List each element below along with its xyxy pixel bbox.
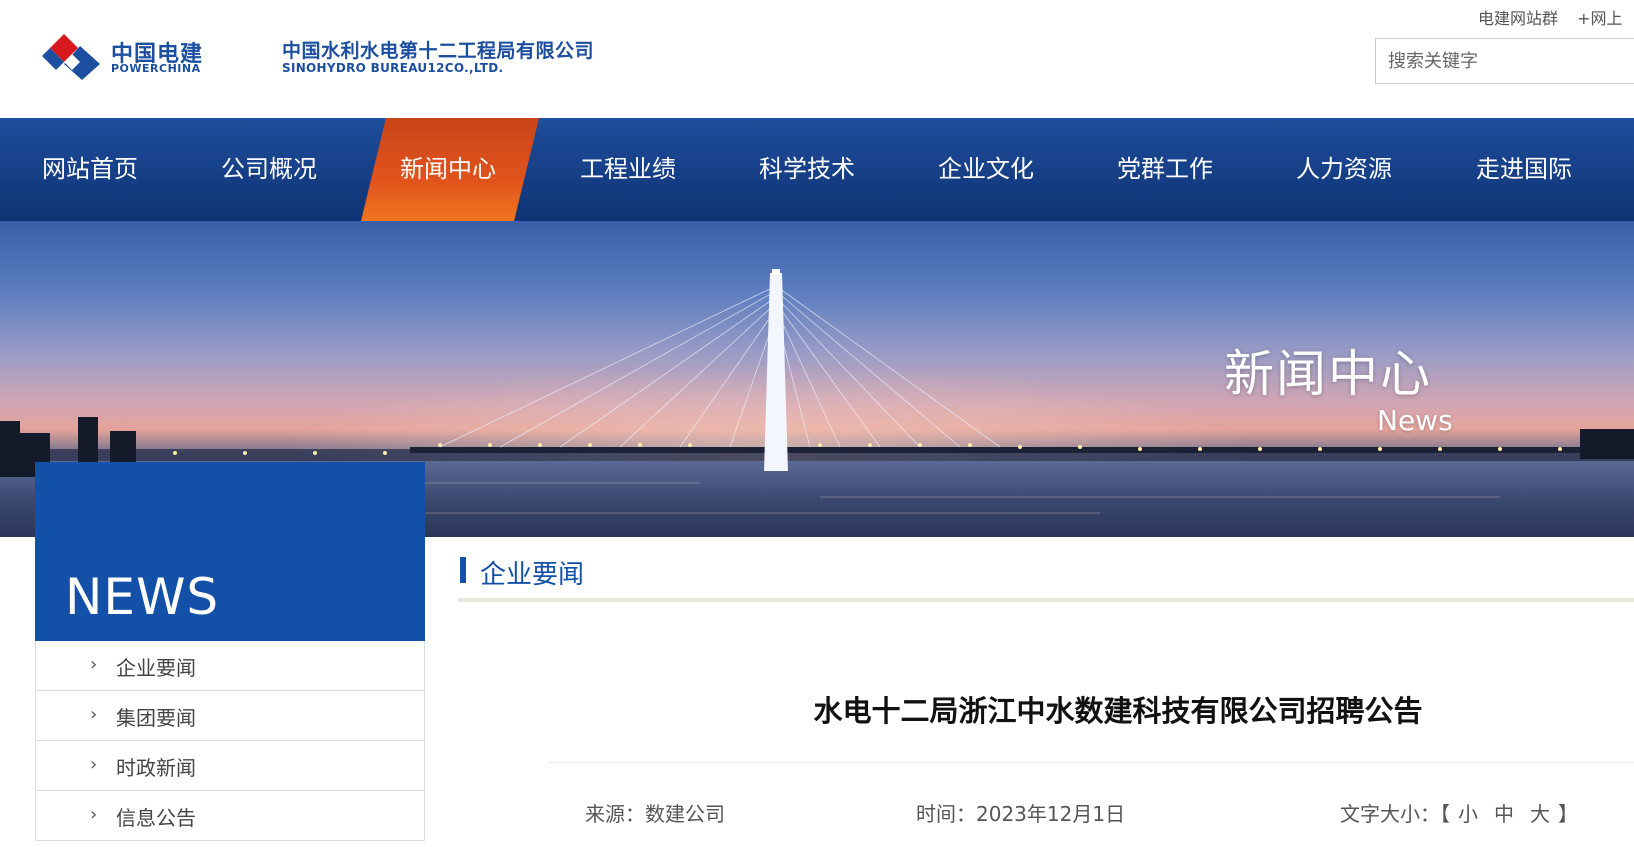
site-header: 中国电建 POWERCHINA 中国水利水电第十二工程局有限公司 SINOHYD… xyxy=(0,0,1634,118)
section-divider xyxy=(458,598,1634,602)
company-english-name: SINOHYDRO BUREAU12CO.,LTD. xyxy=(282,61,504,75)
sidebar-item-policy-news[interactable]: › 时政新闻 xyxy=(36,741,424,791)
font-size-small-button[interactable]: 小 xyxy=(1458,802,1478,826)
top-link-site-group[interactable]: 电建网站群 xyxy=(1478,9,1558,28)
sidebar-menu: › 企业要闻 › 集团要闻 › 时政新闻 › 信息公告 xyxy=(35,641,425,841)
chevron-right-icon: › xyxy=(90,804,98,825)
company-chinese-name: 中国水利水电第十二工程局有限公司 xyxy=(282,40,595,62)
banner-title: 新闻中心 xyxy=(1224,345,1432,403)
chevron-right-icon: › xyxy=(90,654,98,675)
chevron-right-icon: › xyxy=(90,754,98,775)
nav-item-projects[interactable]: 工程业绩 xyxy=(580,118,676,221)
font-size-close-bracket: 】 xyxy=(1558,802,1578,826)
sidebar-item-company-news[interactable]: › 企业要闻 xyxy=(36,641,424,691)
banner-subtitle: News xyxy=(1377,404,1453,437)
sidebar-heading: NEWS xyxy=(65,568,220,626)
font-size-control: 文字大小：【小中大】 xyxy=(1340,798,1578,827)
sidebar-item-group-news[interactable]: › 集团要闻 xyxy=(36,691,424,741)
sidebar-heading-block: NEWS xyxy=(35,462,425,641)
sidebar-item-announcements[interactable]: › 信息公告 xyxy=(36,791,424,841)
article-title: 水电十二局浙江中水数建科技有限公司招聘公告 xyxy=(813,694,1423,728)
font-size-medium-button[interactable]: 中 xyxy=(1494,802,1514,826)
main-nav: 网站首页 公司概况 新闻中心 工程业绩 科学技术 企业文化 党群工作 人力资源 … xyxy=(0,118,1634,221)
section-title: 企业要闻 xyxy=(480,560,585,590)
nav-item-culture[interactable]: 企业文化 xyxy=(938,118,1034,221)
section-title-marker xyxy=(460,557,466,583)
sidebar-item-label: 信息公告 xyxy=(116,806,196,830)
nav-item-party-work[interactable]: 党群工作 xyxy=(1117,118,1213,221)
nav-item-international[interactable]: 走进国际 xyxy=(1476,118,1572,221)
nav-item-home[interactable]: 网站首页 xyxy=(42,118,138,221)
search-input[interactable] xyxy=(1376,39,1634,83)
logo-english-name[interactable]: POWERCHINA xyxy=(111,62,201,75)
chevron-right-icon: › xyxy=(90,704,98,725)
font-size-label: 文字大小： xyxy=(1340,802,1440,826)
sidebar-item-label: 企业要闻 xyxy=(116,656,196,680)
sidebar-item-label: 集团要闻 xyxy=(116,706,196,730)
nav-item-science[interactable]: 科学技术 xyxy=(759,118,855,221)
search-box xyxy=(1375,38,1634,84)
article-date: 时间：2023年12月1日 xyxy=(916,802,1126,826)
font-size-open-bracket: 【 xyxy=(1440,802,1450,826)
top-link-online[interactable]: +网上 xyxy=(1577,9,1622,28)
top-links: 电建网站群 +网上 xyxy=(1478,5,1634,29)
nav-item-news-center[interactable]: 新闻中心 xyxy=(400,118,496,221)
article-source: 来源：数建公司 xyxy=(585,802,725,826)
sidebar-item-label: 时政新闻 xyxy=(116,756,196,780)
nav-item-human-resources[interactable]: 人力资源 xyxy=(1296,118,1392,221)
article-divider xyxy=(548,762,1634,763)
powerchina-logo-icon[interactable] xyxy=(42,32,102,82)
nav-item-company-overview[interactable]: 公司概况 xyxy=(221,118,317,221)
font-size-large-button[interactable]: 大 xyxy=(1530,802,1550,826)
